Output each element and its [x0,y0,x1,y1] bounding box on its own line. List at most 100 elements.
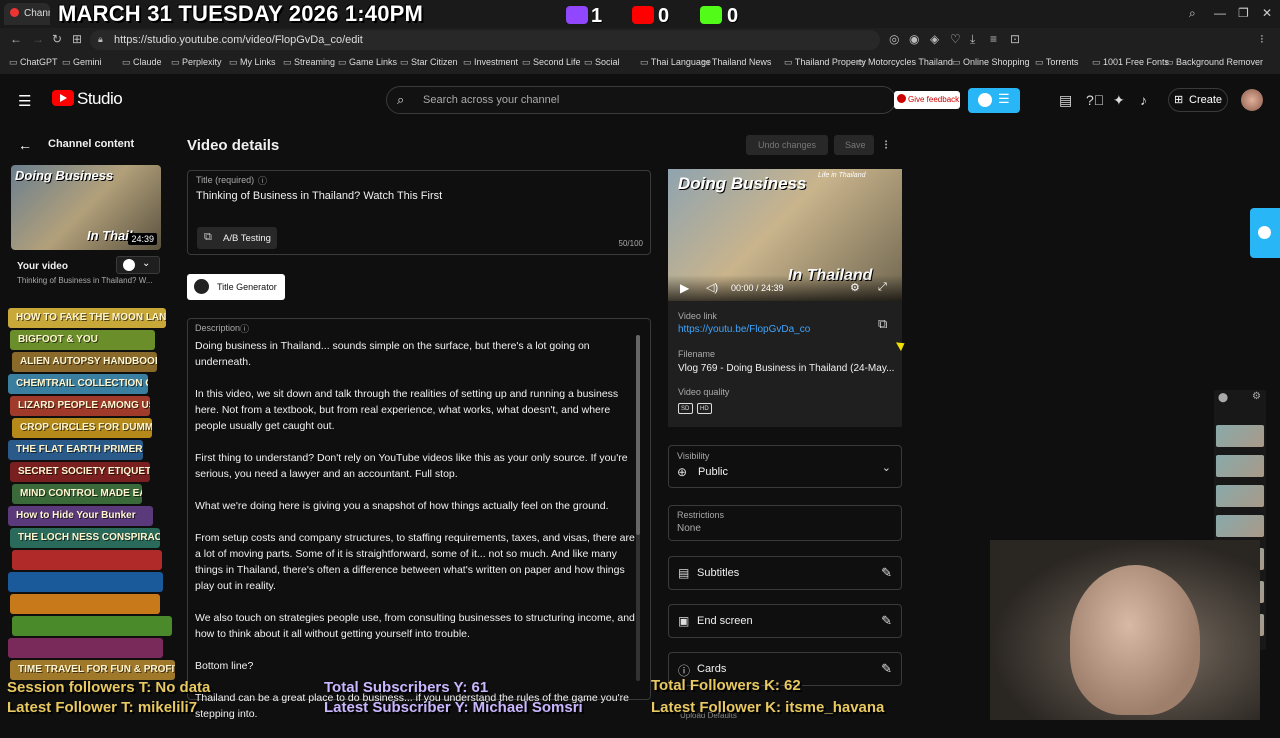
search-box[interactable]: ⌕ Search across your channel [386,86,896,114]
browser-tab[interactable]: Chann [4,3,50,25]
play-icon[interactable]: ▶ [680,281,689,295]
globe-icon: ⊕ [677,465,688,479]
bookmark-item[interactable]: Claude [122,57,162,68]
feedback-label: Give feedback [908,95,960,104]
forward-icon[interactable]: → [32,32,44,46]
search-tabs-icon[interactable]: ⌕ [1189,6,1196,21]
bookmark-item[interactable]: Second Life [522,57,581,68]
stream-date-overlay: MARCH 31 TUESDAY 2026 1:40PM [58,1,424,26]
settings-icon[interactable]: ⚙ [850,281,860,294]
bookmark-item[interactable]: Investment [463,57,518,68]
help-icon[interactable]: ?⃝ [1086,92,1104,108]
bookmark-item[interactable]: Star Citizen [400,57,458,68]
ab-testing-button[interactable]: ⧉ A/B Testing [197,227,277,249]
subtitles-row[interactable]: ▤ Subtitles ✎ [668,556,902,590]
bookmark-item[interactable]: Gemini [62,57,102,68]
side-extension-tab[interactable] [1250,208,1280,258]
youtube-logo-icon[interactable] [52,90,74,106]
screenshot-icon[interactable]: ◉ [909,32,919,46]
channel-content-link[interactable]: Channel content [48,138,134,150]
notifications-icon[interactable]: ♪ [1140,92,1147,108]
tab-title: Chann [24,8,50,19]
back-icon[interactable]: ← [10,32,22,46]
undo-changes-button[interactable]: Undo changes [746,135,828,155]
avatar[interactable] [1241,89,1263,111]
edit-pencil-icon[interactable]: ✎ [881,565,892,581]
edit-pencil-icon[interactable]: ✎ [881,613,892,629]
menu-list-icon[interactable]: ≡ [990,32,997,46]
profile-lock-icon[interactable]: ⊡ [1010,32,1020,46]
bookmark-item[interactable]: My Links [229,57,276,68]
title-generator-button[interactable]: Title Generator [187,274,285,300]
bookmark-item[interactable]: Streaming [283,57,335,68]
player-time: 00:00 / 24:39 [731,283,784,293]
back-arrow-icon[interactable]: ← [18,137,32,153]
book-spine: HOW TO FAKE THE MOON LANDING [8,308,166,328]
video-preview-player[interactable]: Doing Business Life in Thailand In Thail… [668,169,902,301]
description-text[interactable]: Doing business in Thailand... sounds sim… [195,338,637,738]
save-button[interactable]: Save [834,135,874,155]
reload-icon[interactable]: ↻ [52,32,62,46]
book-spine: MIND CONTROL MADE EASY [12,484,142,504]
bookmark-item[interactable]: Social [584,57,620,68]
captions-icon[interactable]: ▤ [1059,92,1072,109]
fullscreen-icon[interactable]: ⤢ [878,281,887,294]
bookmark-item[interactable]: Game Links [338,57,397,68]
sparkle-icon[interactable]: ✦ [1113,92,1125,109]
panel-settings-icon[interactable]: ⚙ [1252,391,1261,402]
give-feedback-button[interactable]: Give feedback [894,91,960,109]
title-field[interactable]: Title (required) ⓘ Thinking of Business … [187,170,651,255]
extension-toolbar-button[interactable]: ☰ [968,88,1020,113]
extension-icon[interactable]: ◎ [889,32,899,46]
bookmark-item[interactable]: Thailand Property [784,57,866,68]
title-help-icon[interactable]: ⓘ [258,174,267,187]
bookmark-item[interactable]: Torrents [1035,57,1079,68]
your-video-title: Thinking of Business in Thailand? W... [17,276,153,285]
minimize-icon[interactable]: — [1214,6,1226,20]
restore-icon[interactable]: ❐ [1238,6,1249,20]
more-options-icon[interactable]: ⁝ [884,137,888,153]
hamburger-menu-icon[interactable]: ☰ [18,92,31,110]
title-input[interactable]: Thinking of Business in Thailand? Watch … [196,190,442,202]
book-spine: CROP CIRCLES FOR DUMMIES [12,418,152,438]
browser-menu-icon[interactable]: ⁝ [1260,32,1264,46]
bookmark-item[interactable]: Motorcycles Thailand [857,57,953,68]
sidebar-thumbnail[interactable]: Doing Business In Thaila 24:39 [11,165,161,250]
edit-pencil-icon[interactable]: ✎ [881,661,892,677]
bookmark-item[interactable]: Perplexity [171,57,222,68]
related-thumb[interactable] [1216,425,1264,447]
book-spine: ALIEN AUTOPSY HANDBOOK [12,352,157,372]
title-generator-label: Title Generator [217,282,277,292]
subtitles-label: Subtitles [697,567,740,579]
url-field[interactable]: 🔒︎ https://studio.youtube.com/video/Flop… [90,30,880,50]
tubebuddy-dropdown[interactable]: ⌄ [116,256,160,274]
bookmark-item[interactable]: ChatGPT [9,57,58,68]
book-spine: BIGFOOT & YOU [10,330,155,350]
bookmark-item[interactable]: 1001 Free Fonts [1092,57,1169,68]
video-link[interactable]: https://youtu.be/FlopGvDa_co [678,324,810,335]
studio-logo-text[interactable]: Studio [77,89,123,109]
bookmark-item[interactable]: Thailand News [701,57,772,68]
close-window-icon[interactable]: ✕ [1262,6,1272,20]
create-button[interactable]: ⊞ Create [1168,88,1228,112]
shield-icon[interactable]: ◈ [930,32,939,46]
search-input[interactable]: Search across your channel [423,94,559,106]
copy-icon[interactable]: ⧉ [878,316,887,332]
title-char-count: 50/100 [618,239,643,248]
visibility-dropdown[interactable]: Visibility ⊕ Public ⌄ [668,445,902,488]
lock-icon: 🔒︎ [98,34,103,44]
description-help-icon[interactable]: ⓘ [240,322,249,335]
bookmark-heart-icon[interactable]: ♡ [950,32,961,46]
title-label: Title (required) [196,175,255,185]
bookmark-item[interactable]: Online Shopping [952,57,1030,68]
download-icon[interactable]: ⤓ [970,32,975,47]
end-screen-row[interactable]: ▣ End screen ✎ [668,604,902,638]
tab-search-icon[interactable]: ⊞ [72,32,82,46]
related-thumb[interactable] [1216,515,1264,537]
related-thumb[interactable] [1216,455,1264,477]
book-spine [8,638,163,658]
mute-icon[interactable]: ◁) [706,281,718,294]
related-thumb[interactable] [1216,485,1264,507]
description-paragraph: Doing business in Thailand... sounds sim… [195,340,590,368]
bookmark-item[interactable]: Background Remover [1165,57,1263,68]
